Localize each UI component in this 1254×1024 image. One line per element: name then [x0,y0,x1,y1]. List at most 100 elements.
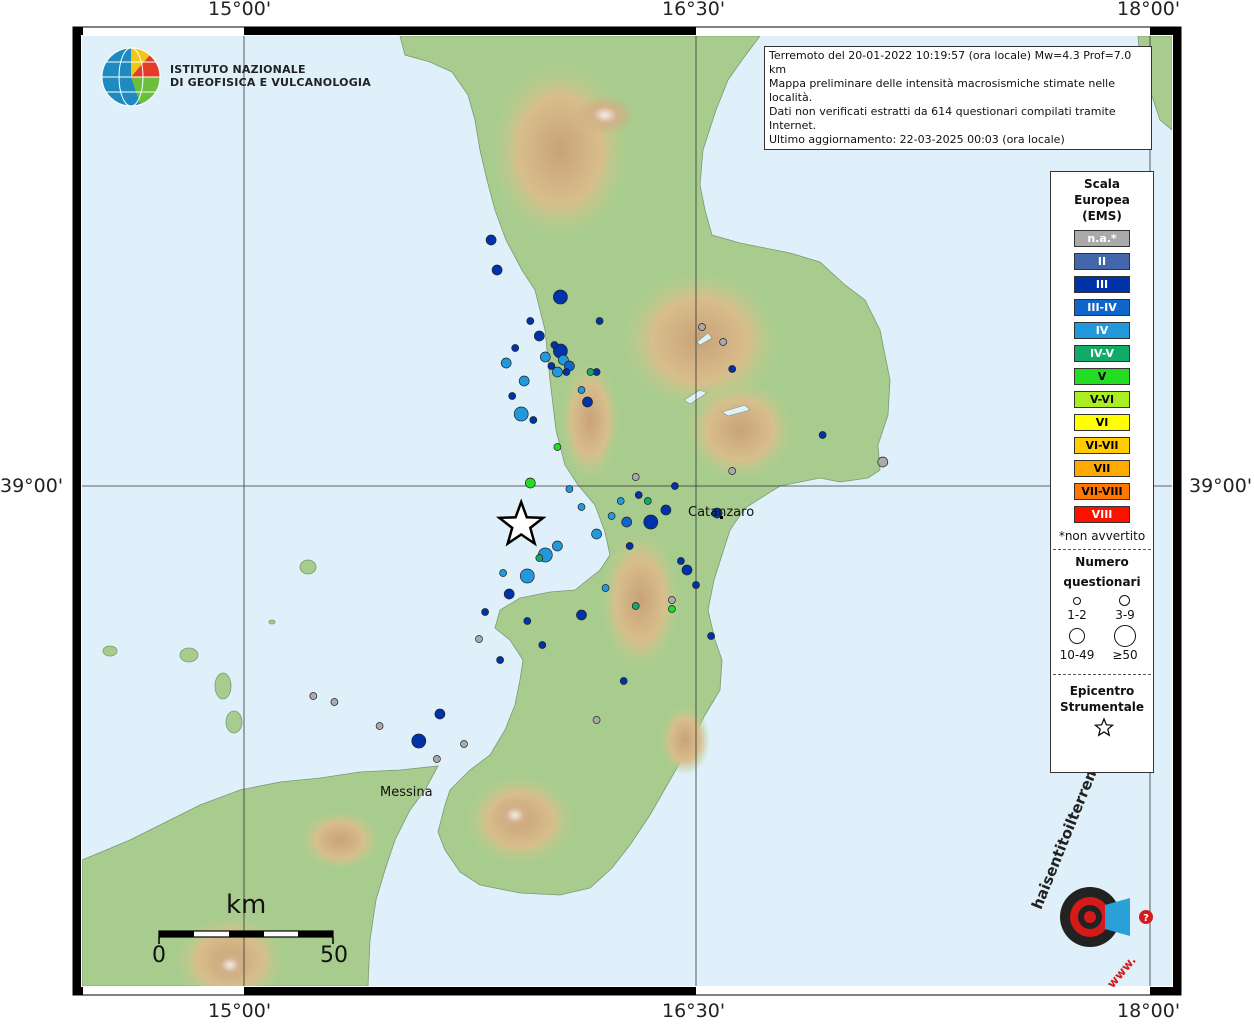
intensity-point [526,317,535,325]
legend-star-icon [1093,717,1115,737]
legend-scale-12: VIII [1074,506,1130,523]
intensity-point [668,596,676,604]
legend-sizes: 1-2 3-9 10-49 ≥50 [1051,590,1153,664]
intensity-point [535,554,544,562]
intensity-point [538,641,547,649]
legend-panel: Scala Europea (EMS) n.a.* II III III-IV IV IV… [1050,171,1154,773]
ingv-logo-icon [101,47,161,107]
legend-scale-6: V [1074,368,1130,385]
coord-top-16-30: 16°30' [662,0,726,20]
intensity-point [607,512,616,520]
intensity-point [681,564,693,576]
legend-scale-11: VII-VIII [1074,483,1130,500]
coord-bottom-16-30: 16°30' [662,1000,726,1022]
intensity-point [511,344,520,352]
intensity-point [562,368,571,376]
intensity-point [491,264,503,276]
coord-bottom-15: 15°00' [208,1000,272,1022]
size-ring-1 [1073,597,1081,605]
legend-scale-5: IV-V [1074,345,1130,362]
place-messina: Messina [380,785,433,800]
intensity-point [434,708,446,720]
intensity-point [601,584,610,592]
scalebar-min: 0 [152,943,166,968]
intensity-point [619,677,628,685]
ingv-logo-text: ISTITUTO NAZIONALE DI GEOFISICA E VULCAN… [170,63,371,89]
intensity-point [460,740,468,748]
legend-count-1: Numero [1075,555,1129,569]
size-label-3: 10-49 [1059,648,1095,662]
intensity-point [496,656,504,664]
ingv-line1: ISTITUTO NAZIONALE [170,63,306,76]
intensity-point [631,473,640,481]
intensity-point [595,317,604,325]
island-lipari [214,672,232,700]
intensity-point [485,234,497,246]
legend-title: Scala Europea (EMS) [1051,176,1153,224]
intensity-point [523,617,532,625]
intensity-point [728,365,737,373]
intensity-point [818,431,827,439]
intensity-point [719,338,727,346]
info-line4: Ultimo aggiornamento: 22-03-2025 00:03 (… [769,133,1065,146]
intensity-point [586,368,595,376]
legend-scale-7: V-VI [1074,391,1130,408]
legend-scale-9: VI-VII [1074,437,1130,454]
legend-epi-title: Epicentro Strumentale [1051,683,1153,715]
intensity-point [677,557,685,565]
intensity-point [552,366,563,378]
intensity-point [411,733,427,749]
scalebar-max: 50 [320,943,348,968]
legend-scale-3: III-IV [1074,299,1130,316]
island-panarea [268,619,276,625]
size-ring-2 [1119,595,1130,606]
intensity-point [518,375,530,387]
intensity-point [524,477,536,489]
intensity-point [481,608,489,616]
intensity-point [707,632,715,640]
intensity-point [631,602,640,610]
coord-top-18: 18°00' [1117,0,1181,20]
intensity-point [625,542,634,550]
intensity-point [592,716,601,724]
size-label-4: ≥50 [1112,648,1138,662]
coord-right-39: 39°00' [1189,475,1253,497]
island-stromboli [299,559,317,575]
legend-note: *non avvertito [1058,529,1146,543]
legend-epi-2: Strumentale [1059,700,1145,714]
legend-scale-0: n.a.* [1074,230,1130,247]
intensity-point [553,443,562,451]
scalebar-unit: km [226,890,267,920]
intensity-point [582,396,593,408]
intensity-point [668,605,676,613]
intensity-point [533,330,545,342]
intensity-point [591,528,602,540]
intensity-point [576,609,587,621]
intensity-point [550,341,559,349]
legend-epi-1: Epicentro [1069,684,1135,698]
intensity-point [643,514,659,530]
intensity-point [309,692,318,700]
intensity-point [513,406,529,422]
size-label-2: 3-9 [1115,608,1135,622]
intensity-point [433,755,441,763]
intensity-point [503,588,515,600]
legend-scale-list: n.a.* II III III-IV IV IV-V V V-VI VI VI-VII VII VI… [1051,230,1153,523]
intensity-point [577,503,586,511]
legend-scale-8: VI [1074,414,1130,431]
intensity-point [577,386,586,394]
intensity-point [671,482,679,490]
place-catanzaro: Catanzaro [688,505,755,520]
intensity-point [539,351,551,363]
info-line2: Mappa preliminare delle intensità macros… [769,77,1115,104]
intensity-point [375,722,384,730]
legend-separator-2 [1053,674,1151,675]
intensity-point [499,569,507,577]
legend-title-2: Europea [1074,193,1130,207]
island-salina [179,647,199,663]
intensity-point [529,416,538,424]
intensity-point [519,568,535,584]
info-line3: Dati non verificati estratti da 614 ques… [769,105,1116,132]
island-vulcano [225,710,243,734]
intensity-point [692,581,700,589]
